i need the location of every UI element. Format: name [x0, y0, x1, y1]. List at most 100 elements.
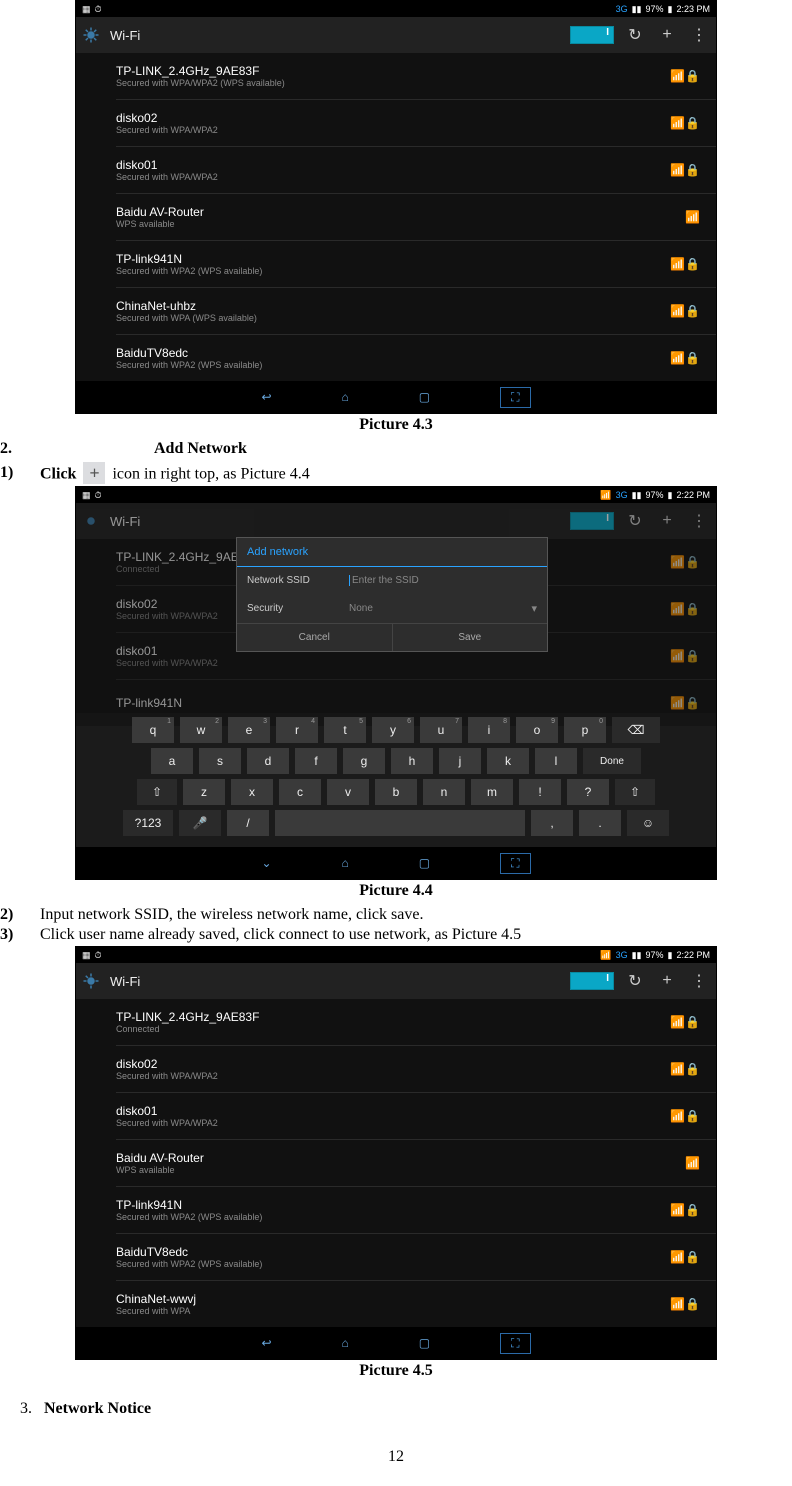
emoji-key[interactable]: ☺ [627, 810, 669, 836]
key-i[interactable]: i8 [468, 717, 510, 743]
screenshot-icon[interactable]: ⛶ [500, 387, 530, 408]
recent-icon[interactable]: ▢ [419, 856, 430, 870]
gear-icon [82, 512, 100, 530]
wifi-status-icon: 📶 [600, 950, 611, 961]
security-dropdown[interactable]: None [349, 603, 519, 614]
recent-icon[interactable]: ▢ [419, 1336, 430, 1350]
refresh-icon[interactable]: ↻ [624, 971, 646, 991]
key-r[interactable]: r4 [276, 717, 318, 743]
key-d[interactable]: d [247, 748, 289, 774]
key-v[interactable]: v [327, 779, 369, 805]
title-bar: Wi-Fi ↻ + ⋮ [76, 17, 716, 53]
key-l[interactable]: l [535, 748, 577, 774]
network-row[interactable]: disko01Secured with WPA/WPA2📶🔒 [116, 1093, 716, 1140]
period-key[interactable]: . [579, 810, 621, 836]
battery-pct: 97% [646, 490, 664, 500]
key-?[interactable]: ? [567, 779, 609, 805]
slash-key[interactable]: / [227, 810, 269, 836]
home-icon[interactable]: ⌂ [342, 856, 349, 870]
shift-key[interactable]: ⇧ [137, 779, 177, 805]
key-b[interactable]: b [375, 779, 417, 805]
network-row[interactable]: disko02Secured with WPA/WPA2📶🔒 [116, 100, 716, 147]
shift-key[interactable]: ⇧ [615, 779, 655, 805]
nav-bar: ⌄ ⌂ ▢ ⛶ [76, 847, 716, 879]
back-icon[interactable]: ↩ [261, 1336, 271, 1350]
network-row[interactable]: disko02Secured with WPA/WPA2📶🔒 [116, 1046, 716, 1093]
nav-bar: ↩ ⌂ ▢ ⛶ [76, 1327, 716, 1359]
key-y[interactable]: y6 [372, 717, 414, 743]
backspace-key[interactable]: ⌫ [612, 717, 660, 743]
key-x[interactable]: x [231, 779, 273, 805]
key-p[interactable]: p0 [564, 717, 606, 743]
network-row[interactable]: ChinaNet-uhbzSecured with WPA (WPS avail… [116, 288, 716, 335]
mic-key[interactable]: 🎤 [179, 810, 221, 836]
key-a[interactable]: a [151, 748, 193, 774]
key-h[interactable]: h [391, 748, 433, 774]
network-subtitle: Secured with WPA/WPA2 [116, 172, 218, 182]
wifi-icon: 📶 [685, 210, 700, 224]
home-icon[interactable]: ⌂ [342, 390, 349, 404]
key-e[interactable]: e3 [228, 717, 270, 743]
add-network-icon[interactable]: + [656, 512, 678, 530]
network-row[interactable]: TP-link941NSecured with WPA2 (WPS availa… [116, 241, 716, 288]
add-network-icon[interactable]: + [656, 26, 678, 44]
ssid-input[interactable]: Enter the SSID [349, 575, 537, 586]
wifi-toggle[interactable] [570, 512, 614, 530]
mode-key[interactable]: ?123 [123, 810, 173, 836]
key-n[interactable]: n [423, 779, 465, 805]
status-bar: ▦ ⏱ 3G ▮▮ 97% ▮ 2:23 PM [76, 1, 716, 17]
recent-icon[interactable]: ▢ [419, 390, 430, 404]
network-row[interactable]: ChinaNet-wwvjSecured with WPA📶🔒 [116, 1281, 716, 1327]
back-icon[interactable]: ↩ [261, 390, 271, 404]
key-q[interactable]: q1 [132, 717, 174, 743]
network-row[interactable]: BaiduTV8edcSecured with WPA2 (WPS availa… [116, 335, 716, 381]
menu-icon[interactable]: ⋮ [688, 511, 710, 531]
key-g[interactable]: g [343, 748, 385, 774]
save-button[interactable]: Save [392, 624, 548, 651]
section-2-heading: 2. Add Network [0, 440, 792, 458]
network-row[interactable]: TP-link941NSecured with WPA2 (WPS availa… [116, 1187, 716, 1234]
wifi-toggle[interactable] [570, 26, 614, 44]
cancel-button[interactable]: Cancel [237, 624, 392, 651]
section-2-title: Add Network [154, 440, 247, 457]
network-subtitle: Secured with WPA/WPA2 [116, 658, 218, 668]
menu-icon[interactable]: ⋮ [688, 971, 710, 991]
network-row[interactable]: TP-LINK_2.4GHz_9AE83FSecured with WPA/WP… [116, 53, 716, 100]
space-key[interactable] [275, 810, 525, 836]
key-j[interactable]: j [439, 748, 481, 774]
network-row[interactable]: disko01Secured with WPA/WPA2📶🔒 [116, 147, 716, 194]
key-w[interactable]: w2 [180, 717, 222, 743]
network-subtitle: Secured with WPA [116, 1306, 196, 1316]
network-row[interactable]: TP-LINK_2.4GHz_9AE83FConnected📶🔒 [116, 999, 716, 1046]
signal-bars-icon: ▮▮ [632, 490, 642, 501]
key-![interactable]: ! [519, 779, 561, 805]
done-key[interactable]: Done [583, 748, 641, 774]
screenshot-icon[interactable]: ⛶ [500, 1333, 530, 1354]
key-s[interactable]: s [199, 748, 241, 774]
add-network-icon[interactable]: + [656, 972, 678, 990]
key-m[interactable]: m [471, 779, 513, 805]
back-icon[interactable]: ⌄ [261, 856, 271, 870]
network-row[interactable]: Baidu AV-RouterWPS available📶 [116, 1140, 716, 1187]
key-k[interactable]: k [487, 748, 529, 774]
screenshot-icon[interactable]: ⛶ [500, 853, 530, 874]
wifi-toggle[interactable] [570, 972, 614, 990]
network-row[interactable]: BaiduTV8edcSecured with WPA2 (WPS availa… [116, 1234, 716, 1281]
security-label: Security [247, 603, 337, 614]
key-c[interactable]: c [279, 779, 321, 805]
network-ssid: disko01 [116, 158, 218, 172]
key-o[interactable]: o9 [516, 717, 558, 743]
chevron-down-icon: ▾ [531, 602, 537, 615]
menu-icon[interactable]: ⋮ [688, 25, 710, 45]
network-row[interactable]: Baidu AV-RouterWPS available📶 [116, 194, 716, 241]
key-z[interactable]: z [183, 779, 225, 805]
refresh-icon[interactable]: ↻ [624, 511, 646, 531]
network-ssid: disko02 [116, 1057, 218, 1071]
home-icon[interactable]: ⌂ [342, 1336, 349, 1350]
key-f[interactable]: f [295, 748, 337, 774]
network-ssid: ChinaNet-uhbz [116, 299, 257, 313]
key-u[interactable]: u7 [420, 717, 462, 743]
refresh-icon[interactable]: ↻ [624, 25, 646, 45]
key-t[interactable]: t5 [324, 717, 366, 743]
comma-key[interactable]: , [531, 810, 573, 836]
